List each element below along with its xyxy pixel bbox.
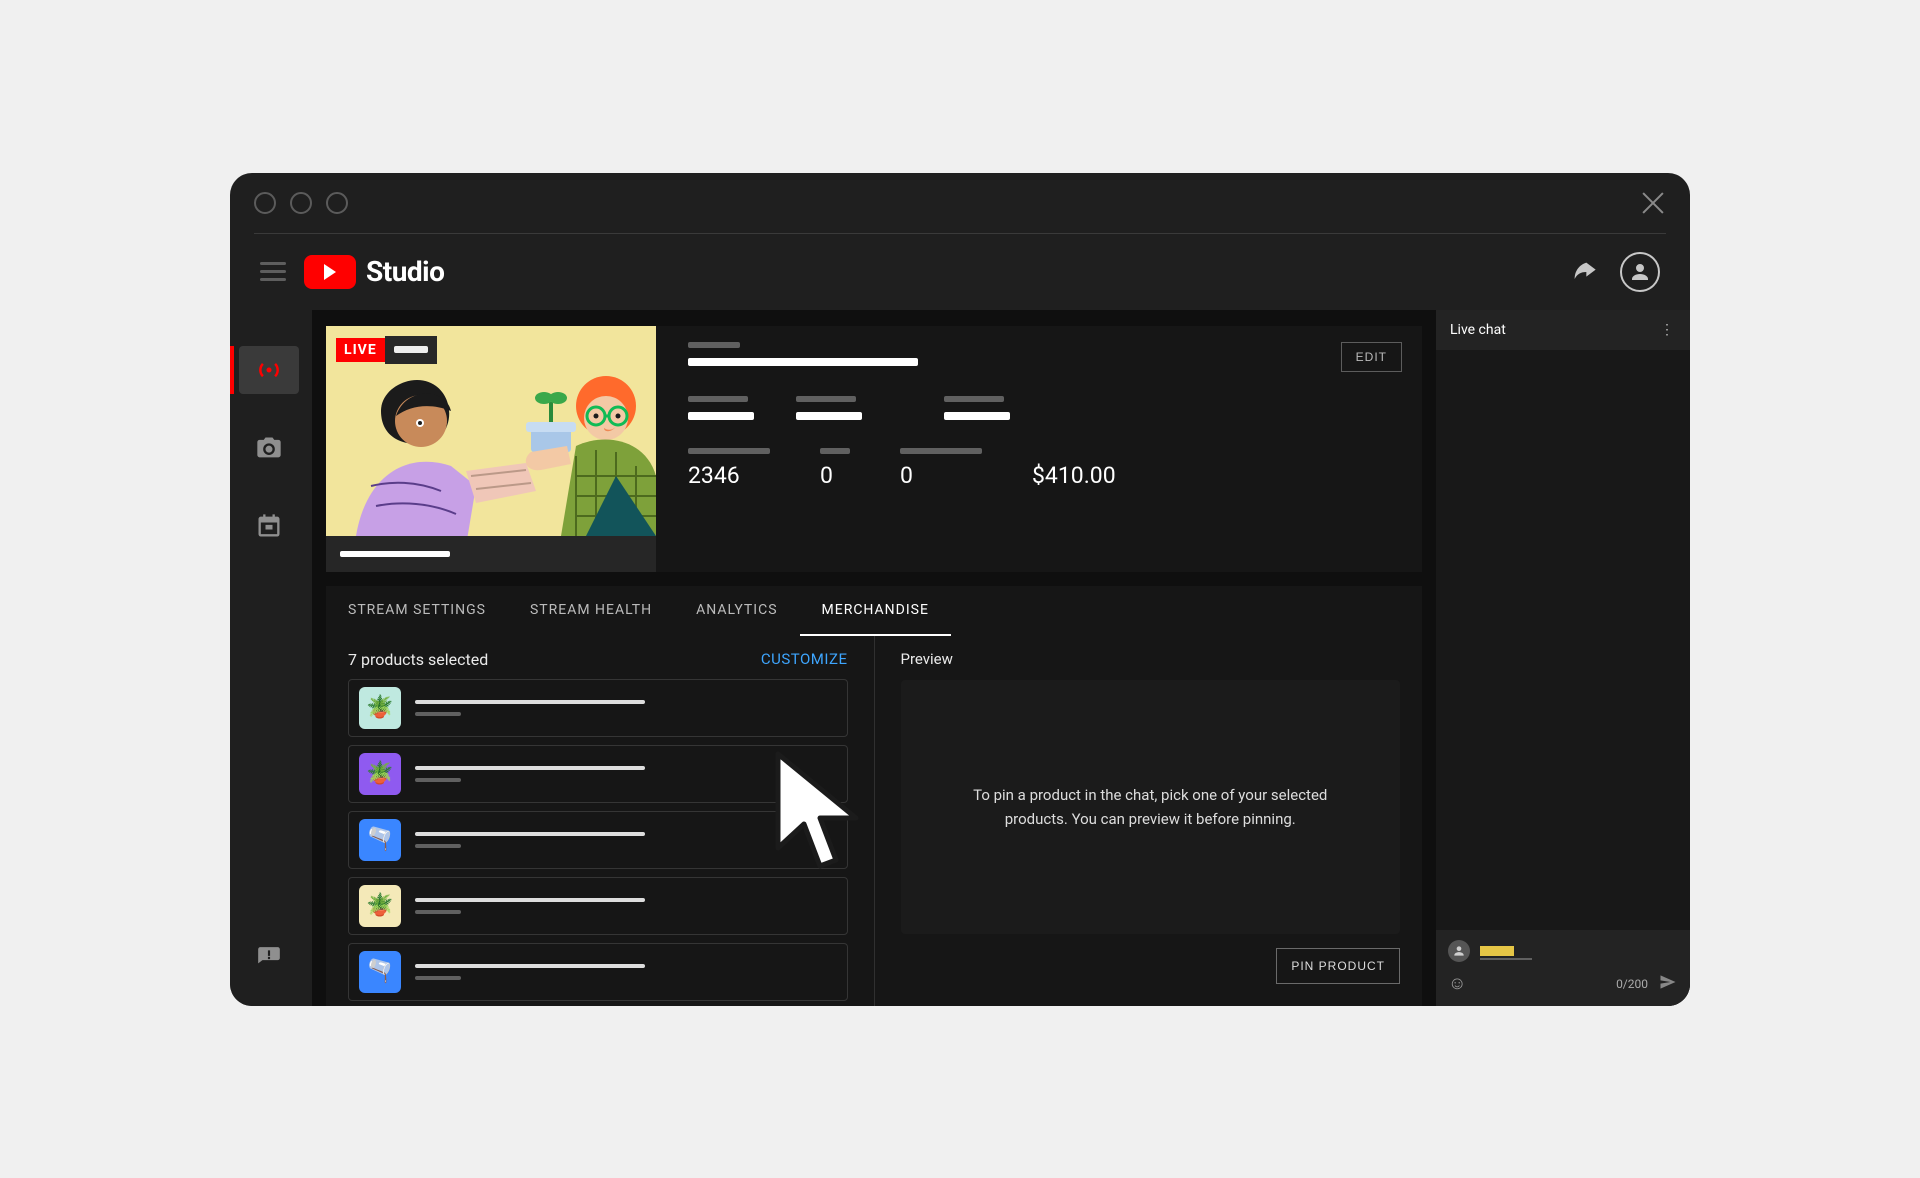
product-list: 🪴 🪴 🫗 🪴 🫗 [348,679,848,1001]
stat-value: 0 [820,462,850,489]
window-control-dot[interactable] [326,192,348,214]
youtube-logo-icon [304,255,356,289]
stat-row: 2346 0 0 $410.00 [688,448,1341,489]
product-thumbnail: 🫗 [359,951,401,993]
product-row[interactable]: 🪴 [348,679,848,737]
preview-text: To pin a product in the chat, pick one o… [942,783,1360,831]
window-control-dot[interactable] [290,192,312,214]
product-thumbnail: 🪴 [359,687,401,729]
product-text [415,964,645,980]
tab-stream-health[interactable]: STREAM HEALTH [508,586,674,636]
live-chat-panel: Live chat ⋮ ☺ 0/200 [1436,310,1690,1006]
live-badge-label: LIVE [336,338,385,362]
emoji-picker-icon[interactable]: ☺ [1448,973,1466,994]
stream-thumbnail: LIVE [326,326,656,536]
preview-title: Preview [901,650,1401,668]
live-chat-header: Live chat ⋮ [1436,310,1690,350]
products-selected-label: 7 products selected [348,650,488,669]
feedback-icon [256,945,282,971]
tab-merchandise[interactable]: MERCHANDISE [800,586,951,636]
live-chat-messages[interactable] [1436,350,1690,930]
close-icon[interactable] [1640,190,1666,216]
nav-stream[interactable] [239,346,299,394]
live-badge: LIVE [336,336,437,364]
edit-button[interactable]: EDIT [1341,342,1402,372]
menu-icon[interactable] [260,262,286,281]
app-topbar: Studio [230,234,1690,310]
chat-username-chip [1480,946,1514,956]
left-nav [230,310,308,1006]
account-avatar[interactable] [1620,252,1660,292]
live-chat-input-area: ☺ 0/200 [1436,930,1690,1006]
tab-analytics[interactable]: ANALYTICS [674,586,799,636]
customize-link[interactable]: CUSTOMIZE [761,650,848,668]
product-thumbnail: 🫗 [359,819,401,861]
live-chat-title: Live chat [1450,322,1506,338]
broadcast-icon [254,355,284,385]
product-thumbnail: 🪴 [359,885,401,927]
more-icon[interactable]: ⋮ [1660,322,1676,338]
calendar-icon [255,512,283,540]
product-text [415,832,645,848]
person-icon [1452,944,1466,958]
product-row[interactable]: 🫗 [348,811,848,869]
chat-char-counter: 0/200 [1616,977,1648,991]
nav-feedback[interactable] [239,934,299,982]
window-titlebar [230,173,1690,233]
product-row[interactable]: 🪴 [348,745,848,803]
camera-icon [255,434,283,462]
stat-value: $410.00 [1032,462,1116,489]
tab-row: STREAM SETTINGS STREAM HEALTH ANALYTICS … [326,586,1422,636]
preview-pane: Preview To pin a product in the chat, pi… [879,636,1423,1006]
brand[interactable]: Studio [304,255,444,289]
stream-info-card: LIVE [326,326,1422,572]
tab-stream-settings[interactable]: STREAM SETTINGS [326,586,508,636]
nav-webcam[interactable] [239,424,299,472]
stream-metadata: 2346 0 0 $410.00 [688,342,1341,489]
product-text [415,898,645,914]
tabs-card: STREAM SETTINGS STREAM HEALTH ANALYTICS … [326,586,1422,1006]
chat-user-row [1448,940,1678,962]
thumbnail-caption [326,536,656,572]
person-icon [1628,260,1652,284]
brand-name: Studio [366,255,444,288]
nav-schedule[interactable] [239,502,299,550]
preview-box: To pin a product in the chat, pick one o… [901,680,1401,934]
product-text [415,766,645,782]
send-icon[interactable] [1658,972,1678,996]
divider [874,636,875,1006]
window-controls [254,192,348,214]
product-row[interactable]: 🫗 [348,943,848,1001]
app-window: Studio [230,173,1690,1006]
product-row[interactable]: 🪴 [348,877,848,935]
stat-value: 0 [900,462,982,489]
product-thumbnail: 🪴 [359,753,401,795]
products-pane: 7 products selected CUSTOMIZE 🪴 🪴 🫗 🪴 🫗 [326,636,870,1006]
window-control-dot[interactable] [254,192,276,214]
product-text [415,700,645,716]
share-icon[interactable] [1570,258,1598,286]
chat-user-avatar [1448,940,1470,962]
stat-value: 2346 [688,462,770,489]
pin-product-button[interactable]: PIN PRODUCT [1276,948,1400,984]
